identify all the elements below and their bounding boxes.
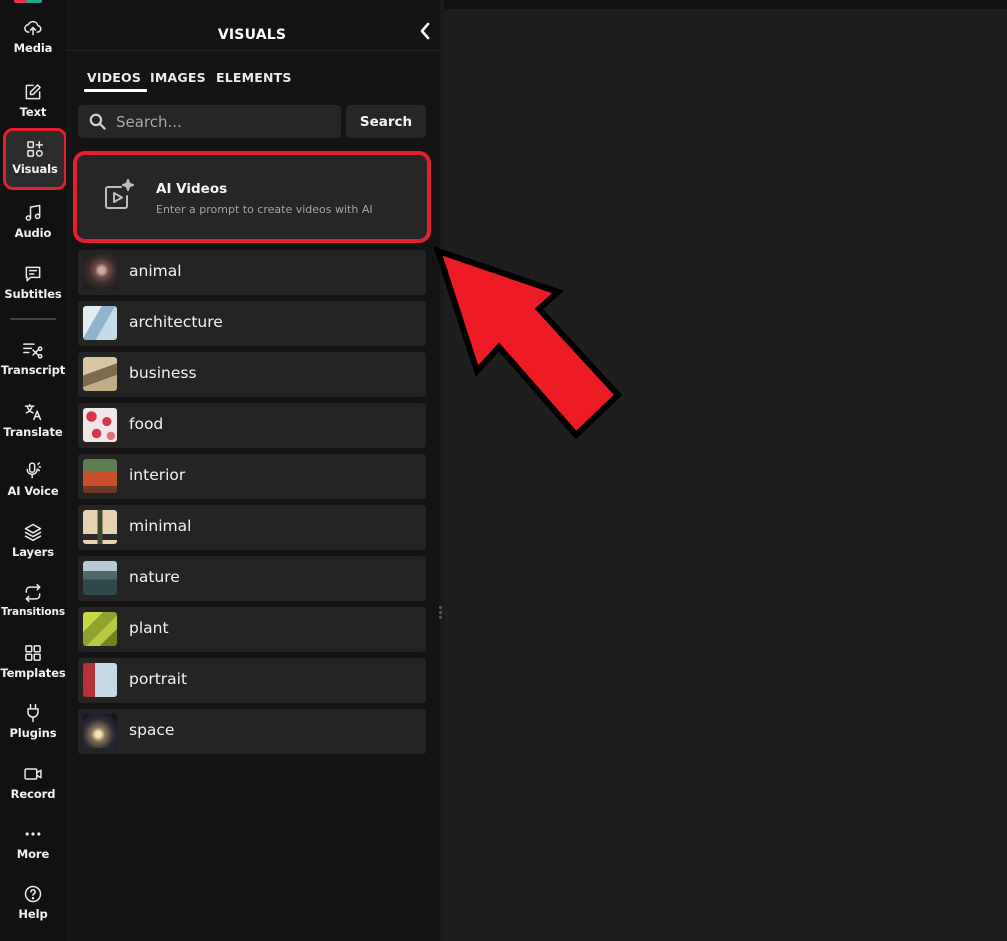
rail-item-translate[interactable]: Translate bbox=[0, 402, 66, 439]
category-label: nature bbox=[129, 568, 180, 586]
ai-card-title: AI Videos bbox=[156, 181, 228, 197]
annotation-arrow bbox=[433, 246, 623, 440]
editor-workspace bbox=[444, 9, 1007, 941]
rail-item-subtitles[interactable]: Subtitles bbox=[0, 264, 66, 301]
grid-icon bbox=[23, 643, 43, 663]
rail-label: Record bbox=[10, 787, 56, 801]
rail-label: Templates bbox=[0, 666, 66, 680]
category-label: business bbox=[129, 364, 197, 382]
collapse-panel-button[interactable] bbox=[416, 21, 434, 41]
rail-item-text[interactable]: Text bbox=[0, 82, 66, 119]
rail-label: Subtitles bbox=[4, 287, 62, 301]
rail-item-more[interactable]: More bbox=[0, 824, 66, 861]
category-label: minimal bbox=[129, 517, 192, 535]
ai-video-sparkle-icon bbox=[100, 177, 136, 213]
category-interior[interactable]: interior bbox=[78, 454, 426, 499]
category-architecture[interactable]: architecture bbox=[78, 301, 426, 346]
category-label: space bbox=[129, 721, 175, 739]
category-minimal[interactable]: minimal bbox=[78, 505, 426, 550]
rail-label: Transitions bbox=[0, 606, 66, 618]
rail-label: Text bbox=[19, 105, 47, 119]
shapes-plus-icon bbox=[25, 139, 45, 159]
rail-label: Translate bbox=[3, 425, 63, 439]
rail-item-layers[interactable]: Layers bbox=[0, 522, 66, 559]
tab-elements[interactable]: ELEMENTS bbox=[216, 70, 292, 85]
plug-icon bbox=[23, 703, 43, 723]
thumbnail-image bbox=[83, 510, 117, 544]
rail-label: Help bbox=[18, 907, 48, 921]
category-business[interactable]: business bbox=[78, 352, 426, 397]
thumbnail-image bbox=[83, 408, 117, 442]
rail-item-transitions[interactable]: Transitions bbox=[0, 583, 66, 618]
panel-divider bbox=[66, 50, 440, 51]
rail-label: AI Voice bbox=[7, 484, 59, 498]
transcript-icon bbox=[20, 340, 46, 360]
rail-label: Audio bbox=[14, 226, 52, 240]
rail-label: More bbox=[16, 847, 50, 861]
thumbnail-image bbox=[83, 663, 117, 697]
category-portrait[interactable]: portrait bbox=[78, 658, 426, 703]
video-camera-icon bbox=[23, 764, 43, 784]
category-label: food bbox=[129, 415, 164, 433]
search-input[interactable] bbox=[116, 105, 336, 138]
ellipsis-icon bbox=[23, 824, 43, 844]
thumbnail-image bbox=[83, 459, 117, 493]
rail-label: Transcript bbox=[0, 363, 66, 377]
rail-item-ai-voice[interactable]: AI Voice bbox=[0, 461, 66, 498]
layers-icon bbox=[23, 522, 43, 542]
rail-item-visuals[interactable]: Visuals bbox=[3, 128, 67, 190]
rail-label: Visuals bbox=[12, 162, 58, 176]
transitions-icon bbox=[23, 583, 43, 603]
workspace-top-bar bbox=[444, 0, 1007, 9]
rail-item-templates[interactable]: Templates bbox=[0, 643, 66, 680]
search-button[interactable]: Search bbox=[346, 105, 426, 138]
rail-label: Media bbox=[13, 41, 53, 55]
category-food[interactable]: food bbox=[78, 403, 426, 448]
rail-label: Layers bbox=[12, 545, 54, 559]
category-label: animal bbox=[129, 262, 182, 280]
rail-item-media[interactable]: Media bbox=[0, 18, 66, 55]
thumbnail-image bbox=[83, 255, 117, 289]
category-nature[interactable]: nature bbox=[78, 556, 426, 601]
rail-label: Plugins bbox=[9, 726, 57, 740]
thumbnail-image bbox=[83, 714, 117, 748]
category-label: interior bbox=[129, 466, 186, 484]
ai-card-subtitle: Enter a prompt to create videos with AI bbox=[156, 203, 373, 216]
app: Media Text Visuals Audio Subtitles Trans… bbox=[0, 0, 1007, 941]
thumbnail-image bbox=[83, 306, 117, 340]
category-label: plant bbox=[129, 619, 169, 637]
subtitles-icon bbox=[23, 264, 43, 284]
help-circle-icon bbox=[23, 884, 43, 904]
chevron-left-icon bbox=[416, 22, 434, 45]
thumbnail-image bbox=[83, 357, 117, 391]
thumbnail-image bbox=[83, 561, 117, 595]
rail-item-record[interactable]: Record bbox=[0, 764, 66, 801]
panel-title: VISUALS bbox=[217, 27, 287, 43]
category-animal[interactable]: animal bbox=[78, 250, 426, 295]
rail-divider bbox=[10, 318, 56, 320]
rail-item-plugins[interactable]: Plugins bbox=[0, 703, 66, 740]
brand-logo bbox=[14, 0, 42, 3]
rail-item-transcript[interactable]: Transcript bbox=[0, 340, 66, 377]
rail-item-audio[interactable]: Audio bbox=[0, 203, 66, 240]
microphone-icon bbox=[23, 461, 43, 481]
pencil-edit-icon bbox=[23, 82, 43, 102]
category-plant[interactable]: plant bbox=[78, 607, 426, 652]
category-space[interactable]: space bbox=[78, 709, 426, 754]
left-rail: Media Text Visuals Audio Subtitles Trans… bbox=[0, 0, 67, 941]
thumbnail-image bbox=[83, 612, 117, 646]
visuals-panel: VISUALS VIDEOS IMAGES ELEMENTS Search AI… bbox=[66, 0, 440, 941]
music-note-icon bbox=[23, 203, 43, 223]
upload-icon bbox=[23, 18, 43, 38]
category-label: architecture bbox=[129, 313, 223, 331]
rail-item-help[interactable]: Help bbox=[0, 884, 66, 921]
category-label: portrait bbox=[129, 670, 188, 688]
panel-resize-handle[interactable] bbox=[439, 606, 442, 620]
tab-videos[interactable]: VIDEOS bbox=[83, 70, 148, 92]
ai-videos-card[interactable]: AI Videos Enter a prompt to create video… bbox=[73, 151, 431, 243]
tab-images[interactable]: IMAGES bbox=[150, 70, 206, 85]
search-field bbox=[78, 105, 341, 138]
translate-icon bbox=[23, 402, 43, 422]
